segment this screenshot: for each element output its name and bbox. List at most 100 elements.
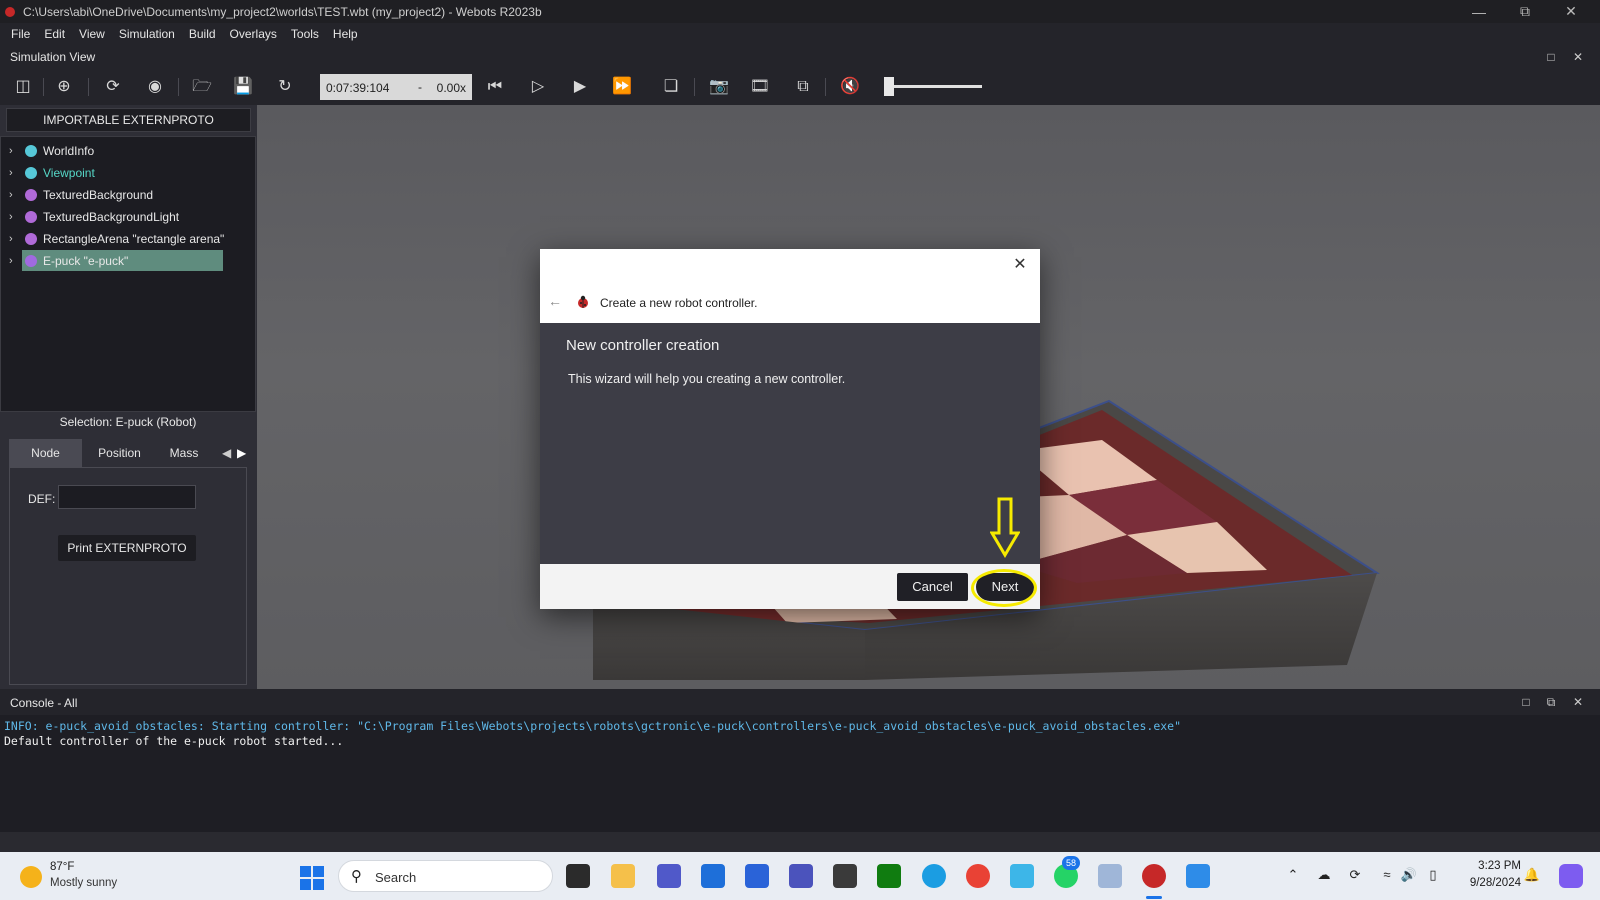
menu-build[interactable]: Build [182, 23, 223, 45]
cancel-button[interactable]: Cancel [897, 573, 968, 601]
menu-file[interactable]: File [4, 23, 37, 45]
close-window-icon[interactable]: ✕ [1548, 0, 1594, 23]
tree-item-viewpoint[interactable]: › Viewpoint [1, 162, 255, 184]
chevron-right-icon[interactable]: › [9, 233, 21, 245]
menu-edit[interactable]: Edit [37, 23, 72, 45]
dialog-body-text: This wizard will help you creating a new… [568, 372, 846, 386]
tab-node[interactable]: Node [9, 439, 82, 467]
proto-node-icon [25, 189, 37, 201]
weather-description[interactable]: Mostly sunny [50, 877, 117, 889]
close-panel-icon[interactable]: ✕ [1570, 49, 1586, 65]
tree-item-epuck[interactable]: › E-puck "e-puck" [1, 250, 255, 272]
tab-scroll-right-icon[interactable]: ▶ [237, 446, 246, 460]
console-header: Console - All □ ⧉ ✕ [0, 689, 1600, 715]
def-input[interactable] [58, 485, 196, 509]
maximize-panel-icon[interactable]: □ [1543, 49, 1559, 65]
sync-icon[interactable]: ⟳ [1346, 866, 1364, 884]
save-world-icon[interactable]: 💾 [231, 75, 255, 99]
reset-viewpoint-icon[interactable]: ⟳ [101, 75, 125, 99]
edge-icon[interactable] [922, 864, 946, 888]
menu-tools[interactable]: Tools [284, 23, 326, 45]
reset-simulation-icon[interactable]: ⏮ [483, 75, 507, 99]
chevron-right-icon[interactable]: › [9, 189, 21, 201]
chevron-right-icon[interactable]: › [9, 167, 21, 179]
simulation-toolbar: ◫ ⊕ ⟳ ◉ 🗁 💾 ↻ 0:07:39:104 - 0.00x ⏮ ▷ ▶ … [0, 69, 1600, 105]
mathworks-icon[interactable] [745, 864, 769, 888]
record-movie-icon[interactable]: 🎞 [748, 75, 772, 99]
teams-icon[interactable] [657, 864, 681, 888]
toggle-scene-tree-icon[interactable]: ◫ [11, 75, 35, 99]
chevron-right-icon[interactable]: › [9, 211, 21, 223]
close-console-icon[interactable]: ✕ [1570, 694, 1586, 710]
store-icon[interactable] [701, 864, 725, 888]
volume-icon[interactable]: 🔊 [1400, 866, 1418, 884]
fast-forward-icon[interactable]: ⏩ [610, 75, 634, 99]
float-console-icon[interactable]: ⧉ [1543, 694, 1559, 710]
teams-work-icon[interactable] [789, 864, 813, 888]
restore-icon[interactable]: ⧉ [1502, 0, 1548, 23]
volume-slider-handle[interactable] [884, 77, 894, 96]
chevron-up-icon[interactable]: ⌃ [1284, 866, 1302, 884]
view-eye-icon[interactable]: ◉ [143, 75, 167, 99]
weather-temperature[interactable]: 87°F [50, 861, 74, 873]
chevron-right-icon[interactable]: › [9, 255, 21, 267]
console-line-info: INFO: e-puck_avoid_obstacles: Starting c… [4, 719, 1182, 733]
maximize-console-icon[interactable]: □ [1518, 694, 1534, 710]
back-arrow-icon[interactable]: ← [548, 293, 562, 309]
screenshot-camera-icon[interactable]: 📷 [707, 75, 731, 99]
menu-help[interactable]: Help [326, 23, 365, 45]
webots-taskbar-icon[interactable] [1142, 864, 1166, 888]
menu-overlays[interactable]: Overlays [223, 23, 284, 45]
windows-taskbar: 87°F Mostly sunny ⚲ Search 58 ⌃ ☁ ⟳ ≈ 🔊 … [0, 852, 1600, 900]
file-explorer-icon[interactable] [611, 864, 635, 888]
task-view-icon[interactable] [566, 864, 590, 888]
minimize-icon[interactable]: — [1456, 0, 1502, 23]
chevron-right-icon[interactable]: › [9, 145, 21, 157]
console-label: Console - All [10, 696, 78, 710]
tree-item-texturedbackgroundlight[interactable]: › TexturedBackgroundLight [1, 206, 255, 228]
tree-item-worldinfo[interactable]: › WorldInfo [1, 140, 255, 162]
rendering-toggle-icon[interactable]: ❏ [659, 75, 683, 99]
open-world-icon[interactable]: 🗁 [190, 75, 214, 99]
next-highlight-circle [971, 569, 1037, 607]
xbox-icon[interactable] [877, 864, 901, 888]
close-icon[interactable]: ✕ [1010, 255, 1030, 275]
taskbar-search-box[interactable]: ⚲ Search [338, 860, 553, 892]
copilot-icon[interactable] [1559, 864, 1583, 888]
dialog-header: ✕ ← Create a new robot controller. [540, 249, 1040, 323]
console-output[interactable]: INFO: e-puck_avoid_obstacles: Starting c… [0, 715, 1600, 832]
windows-start-icon[interactable] [300, 866, 324, 890]
share-icon[interactable]: ⧉ [791, 75, 815, 99]
step-icon[interactable]: ▷ [526, 75, 550, 99]
add-node-icon[interactable]: ⊕ [52, 75, 76, 99]
node-icon [25, 145, 37, 157]
chrome-icon[interactable] [966, 864, 990, 888]
unity-icon[interactable] [833, 864, 857, 888]
menu-view[interactable]: View [72, 23, 112, 45]
tree-item-texturedbackground[interactable]: › TexturedBackground [1, 184, 255, 206]
tab-position[interactable]: Position [82, 439, 157, 467]
battery-icon[interactable]: ▯ [1424, 866, 1442, 884]
volume-slider[interactable] [884, 85, 982, 88]
tree-item-rectanglearena[interactable]: › RectangleArena "rectangle arena" [1, 228, 255, 250]
clock-time[interactable]: 3:23 PM [1473, 860, 1521, 872]
vscode-like-icon[interactable] [1010, 864, 1034, 888]
webots-app-icon [5, 6, 15, 17]
reload-world-icon[interactable]: ↻ [273, 75, 297, 99]
dialog-heading: New controller creation [566, 337, 720, 354]
play-icon[interactable]: ▶ [568, 75, 592, 99]
notification-bell-icon[interactable]: 🔔 [1523, 866, 1541, 884]
weather-sun-icon[interactable] [20, 866, 42, 888]
wifi-icon[interactable]: ≈ [1378, 866, 1396, 884]
importable-externproto-button[interactable]: IMPORTABLE EXTERNPROTO [6, 108, 251, 132]
performance-monitor-icon[interactable] [1098, 864, 1122, 888]
onedrive-cloud-icon[interactable]: ☁ [1315, 866, 1333, 884]
node-icon [25, 167, 37, 179]
tab-scroll-left-icon[interactable]: ◀ [222, 446, 231, 460]
mute-speaker-icon[interactable]: 🔇 [838, 75, 862, 99]
photos-icon[interactable] [1186, 864, 1210, 888]
print-externproto-button[interactable]: Print EXTERNPROTO [58, 535, 196, 561]
menu-simulation[interactable]: Simulation [112, 23, 182, 45]
tab-mass[interactable]: Mass [159, 439, 209, 467]
clock-date[interactable]: 9/28/2024 [1462, 877, 1521, 889]
